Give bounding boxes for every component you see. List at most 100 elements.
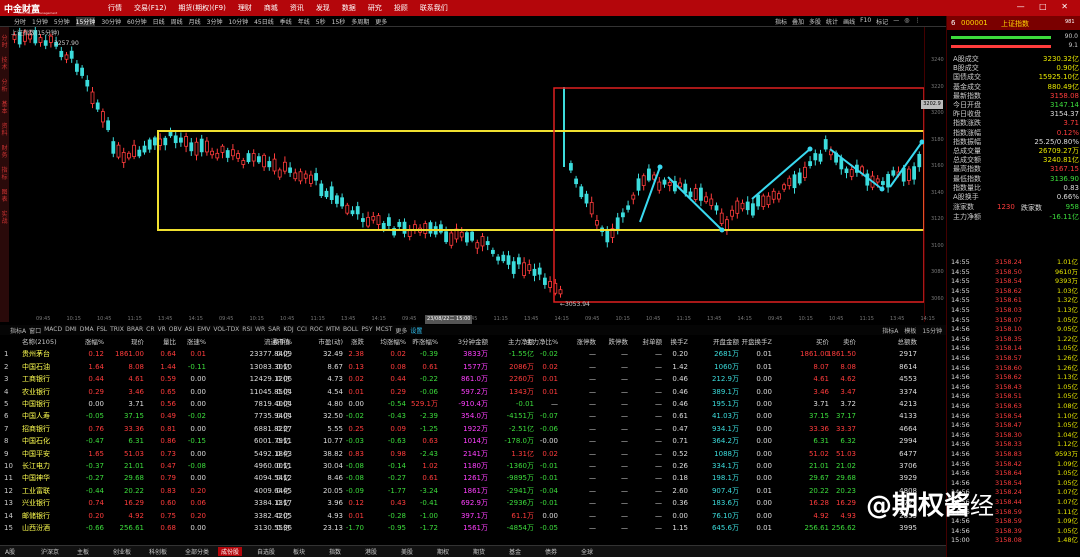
indicator-tab[interactable]: CCI [297,326,307,335]
bottom-tab[interactable]: 全球 [578,547,596,556]
bottom-tab[interactable]: 创业板 [110,547,134,556]
bottom-tab[interactable]: 债券 [542,547,560,556]
menu-item[interactable]: 联系我们 [420,3,448,13]
menu-item[interactable]: 研究 [368,3,382,13]
tick-row[interactable]: 14:56 3158.62 1.13亿 [947,373,1080,381]
bottom-tab[interactable]: 期货 [470,547,488,556]
period-tab[interactable]: 月线 [189,17,201,26]
tick-row[interactable]: 14:56 3158.30 1.04亿 [947,431,1080,439]
column-header[interactable]: 开盘金额 [701,336,739,348]
tick-row[interactable]: 14:56 3158.57 1.26亿 [947,354,1080,362]
table-row[interactable]: 12 工业富联 -0.44 20.22 0.83 0.20 4009.64亿 0.45 20.0… [0,485,946,497]
indicator-tab[interactable]: WR [255,326,265,335]
table-row[interactable]: 13 兴业银行 0.74 16.29 0.60 0.06 3384.13亿 0.17 3.96 0… [0,497,946,509]
tick-row[interactable]: 14:56 3158.64 1.05亿 [947,469,1080,477]
side-tab[interactable]: 指标 [0,167,9,181]
tick-row[interactable]: 14:56 3158.60 1.26亿 [947,364,1080,372]
table-row[interactable]: 2 中国石油 1.64 8.08 1.44 -0.11 13083.30亿 0.10 8.67 0… [0,361,946,373]
side-tab[interactable]: 分时 [0,35,9,49]
stock-name[interactable]: 中国神华 [22,472,72,484]
tick-row[interactable]: 14:56 3158.43 1.05亿 [947,383,1080,391]
menu-item[interactable]: 行情 [108,3,122,13]
period-tab[interactable]: 周线 [171,17,183,26]
indicator-tab[interactable]: BRAR [127,326,143,335]
indicator-tab[interactable]: VOL-TDX [213,326,239,335]
stock-name[interactable]: 兴业银行 [22,497,72,509]
chart-tool-button[interactable]: 画线 [843,17,855,26]
indicator-tab[interactable]: FSL [97,326,108,335]
indicator-tab[interactable]: OBV [169,326,182,335]
period-tab[interactable]: 60分钟 [127,17,147,26]
bottom-tab[interactable]: 指数 [326,547,344,556]
column-header[interactable]: 换手% [264,336,292,348]
stock-name[interactable]: 工业富联 [22,485,72,497]
indicator-tab[interactable]: EMV [197,326,210,335]
column-header[interactable]: 开盘换手Z [738,336,772,348]
period-tab[interactable]: 15分钟 [75,17,96,26]
indicator-tab[interactable]: PSY [361,326,372,335]
table-row[interactable]: 3 工商银行 0.44 4.61 0.59 0.00 12429.12亿 0.06 4.73 0.… [0,373,946,385]
window-controls[interactable]: — □ ✕ [1017,2,1074,11]
menu-item[interactable]: 投顾 [394,3,408,13]
indicator-tab[interactable]: KDJ [283,326,293,335]
indicator-tab[interactable]: 更多 [395,326,407,335]
tick-row[interactable]: 14:56 3158.14 1.05亿 [947,344,1080,352]
menu-item[interactable]: 数据 [342,3,356,13]
bottom-tab[interactable]: A股 [2,547,18,556]
table-row[interactable]: 8 中国石化 -0.47 6.31 0.86 -0.15 6001.79亿 0.11 10.77… [0,435,946,447]
period-tab[interactable]: 分时 [14,17,26,26]
chart-tool-button[interactable]: 标记 [876,17,888,26]
tick-row[interactable]: 14:56 3158.42 1.09亿 [947,460,1080,468]
side-tab[interactable]: 图表 [0,189,9,203]
column-header[interactable]: 主力净比% [526,336,558,348]
tick-row[interactable]: 14:55 3158.61 1.32亿 [947,296,1080,304]
chart-tool-button[interactable]: 叠加 [792,17,804,26]
menu-item[interactable]: 商城 [264,3,278,13]
side-tab[interactable]: 技术 [0,57,9,71]
period-tab[interactable]: 45日线 [254,17,274,26]
bottom-tab[interactable]: 全部分类 [182,547,212,556]
bottom-tab[interactable]: 成份股 [218,547,243,556]
column-header[interactable]: 涨停数 [562,336,597,348]
indicator-tab[interactable]: RSI [242,326,252,335]
menu-item[interactable]: 发现 [316,3,330,13]
stock-name[interactable]: 中国石化 [22,435,72,447]
indicator-tab[interactable]: CR [146,326,154,335]
indicator-tab[interactable]: ROC [310,326,323,335]
tick-row[interactable]: 14:56 3158.83 9593万 [947,450,1080,458]
tick-row[interactable]: 14:56 3158.63 1.08亿 [947,402,1080,410]
column-header[interactable]: 现价 [104,336,144,348]
period-tab[interactable]: 15秒 [332,17,346,26]
stock-name[interactable]: 中国石油 [22,361,72,373]
bottom-tab[interactable]: 自选股 [254,547,278,556]
menu-item[interactable]: 资讯 [290,3,304,13]
tick-row[interactable]: 14:56 3158.33 1.12亿 [947,440,1080,448]
period-tab[interactable]: 5分钟 [54,17,70,26]
tick-row[interactable]: 14:55 3158.24 1.01亿 [947,258,1080,266]
side-tab[interactable]: 资料 [0,123,9,137]
stock-name[interactable]: 中国银行 [22,398,72,410]
tick-row[interactable]: 14:56 3158.54 1.10亿 [947,412,1080,420]
candlestick-chart[interactable]: ←3053.94 3257.90 [10,27,924,315]
indicator-tab[interactable]: VR [158,326,166,335]
chart-tool-button[interactable]: ◎ [904,17,909,26]
stock-name[interactable]: 中国平安 [22,448,72,460]
stock-name[interactable]: 贵州茅台 [22,348,72,360]
indicator-right-item[interactable]: 指标A [882,326,898,335]
period-tab[interactable]: 多周期 [351,17,369,26]
stock-name[interactable]: 农业银行 [22,386,72,398]
table-row[interactable]: 6 中国人寿 -0.05 37.15 0.49 -0.02 7735.94亿 0.04 32.5… [0,410,946,422]
period-tab[interactable]: 季线 [280,17,292,26]
menu-item[interactable]: 交易(F12) [134,3,166,13]
indicator-tab[interactable]: 窗口 [29,326,41,335]
indicator-tab[interactable]: TRIX [110,326,124,335]
menu-item[interactable]: 期货(期权)(F9) [178,3,225,13]
stock-name[interactable]: 长江电力 [22,460,72,472]
indicator-right-item[interactable]: 模板 [904,326,916,335]
tick-row[interactable]: 14:55 3158.03 1.13亿 [947,306,1080,314]
tick-row[interactable]: 14:55 3158.62 1.03亿 [947,287,1080,295]
tick-row[interactable]: 14:55 3158.07 1.05亿 [947,316,1080,324]
table-row[interactable]: 9 中国平安 1.65 51.03 0.73 0.00 5492.18亿 0.43 38.82 0… [0,448,946,460]
period-tab[interactable]: 10分钟 [228,17,248,26]
side-tab[interactable]: 财务 [0,145,9,159]
